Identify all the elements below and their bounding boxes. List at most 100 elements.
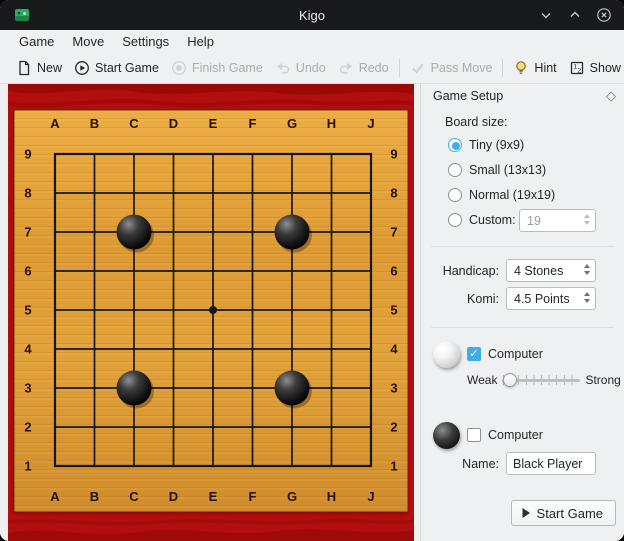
board-coordinate-label: F xyxy=(249,489,257,504)
menu-settings[interactable]: Settings xyxy=(113,31,178,52)
window-title: Kigo xyxy=(0,8,624,23)
toolbar-pass-move-button[interactable]: Pass Move xyxy=(404,56,499,80)
play-circle-icon xyxy=(74,60,90,76)
board-coordinate-label: 4 xyxy=(390,342,398,357)
toolbar-start-game-label: Start Game xyxy=(95,61,159,75)
radio-small-label: Small (13x13) xyxy=(469,163,546,177)
menu-help[interactable]: Help xyxy=(178,31,223,52)
menu-game[interactable]: Game xyxy=(10,31,63,52)
board-coordinate-label: 5 xyxy=(24,303,31,318)
board-coordinate-label: E xyxy=(209,489,218,504)
white-computer-checkbox[interactable]: ✓ xyxy=(467,347,481,361)
go-board[interactable]: AABBCCDDEEFFGGHHJJ998877665544332211 xyxy=(14,110,408,512)
minimize-button[interactable] xyxy=(538,7,554,23)
komi-spinbox[interactable]: 4.5 Points xyxy=(506,287,596,310)
board-coordinate-label: 4 xyxy=(24,342,32,357)
spinner-arrows-icon[interactable] xyxy=(584,264,590,275)
start-game-button[interactable]: Start Game xyxy=(511,500,616,526)
custom-size-value: 19 xyxy=(527,214,541,228)
black-stone xyxy=(117,371,152,406)
radio-circle xyxy=(448,163,462,177)
board-coordinate-label: 3 xyxy=(24,381,31,396)
board-coordinate-label: B xyxy=(90,116,99,131)
toolbar-separator xyxy=(399,59,400,77)
toolbar-new-button[interactable]: New xyxy=(10,56,68,80)
toolbar-hint-button[interactable]: Hint xyxy=(507,56,562,80)
board-coordinate-label: A xyxy=(50,489,60,504)
separator xyxy=(431,327,614,328)
panel-title: Game Setup xyxy=(433,89,503,103)
red-cloth-pattern-bottom xyxy=(8,515,414,541)
handicap-value: 4 Stones xyxy=(514,264,563,278)
board-coordinate-label: 1 xyxy=(24,459,31,474)
play-arrow-icon xyxy=(521,507,531,519)
white-strength-row: Weak Strong xyxy=(467,372,620,388)
board-coordinate-label: 7 xyxy=(24,225,31,240)
board-coordinate-label: 2 xyxy=(24,420,31,435)
black-player-name-input[interactable] xyxy=(506,452,596,475)
toolbar-undo-label: Undo xyxy=(296,61,326,75)
board-coordinate-label: 6 xyxy=(390,264,397,279)
toolbar-redo-button[interactable]: Redo xyxy=(332,56,395,80)
toolbar-show-move-numbers-button[interactable]: 1 2 Show Move Numbers xyxy=(563,56,624,80)
radio-normal-19x19[interactable]: Normal (19x19) xyxy=(448,186,555,204)
toolbar-redo-label: Redo xyxy=(359,61,389,75)
separator xyxy=(431,246,614,247)
radio-normal-label: Normal (19x19) xyxy=(469,188,555,202)
toolbar-finish-game-label: Finish Game xyxy=(192,61,263,75)
maximize-button[interactable] xyxy=(567,7,583,23)
komi-value: 4.5 Points xyxy=(514,292,570,306)
custom-size-spinbox[interactable]: 19 xyxy=(519,209,596,232)
black-computer-row[interactable]: ✓ Computer xyxy=(467,427,543,443)
white-stone-image xyxy=(433,341,460,368)
toolbar-separator xyxy=(502,59,503,77)
checkmark-icon xyxy=(410,60,426,76)
board-coordinate-label: 6 xyxy=(24,264,31,279)
board-coordinate-label: G xyxy=(287,116,297,131)
toolbar-finish-game-button[interactable]: Finish Game xyxy=(165,56,269,80)
board-coordinate-label: J xyxy=(367,116,374,131)
toolbar: New Start Game Finish Game xyxy=(0,53,624,84)
white-computer-row[interactable]: ✓ Computer xyxy=(467,346,543,362)
board-coordinate-label: 9 xyxy=(390,147,397,162)
board-coordinate-label: 5 xyxy=(390,303,397,318)
go-board-grid[interactable]: AABBCCDDEEFFGGHHJJ998877665544332211 xyxy=(14,110,408,512)
board-coordinate-label: 8 xyxy=(24,186,31,201)
black-computer-checkbox[interactable]: ✓ xyxy=(467,428,481,442)
toolbar-pass-move-label: Pass Move xyxy=(431,61,493,75)
black-computer-label: Computer xyxy=(488,428,543,442)
board-coordinate-label: F xyxy=(249,116,257,131)
radio-small-13x13[interactable]: Small (13x13) xyxy=(448,161,546,179)
board-coordinate-label: 2 xyxy=(390,420,397,435)
board-coordinate-label: D xyxy=(169,116,178,131)
titlebar: Kigo xyxy=(0,0,624,30)
radio-tiny-9x9[interactable]: Tiny (9x9) xyxy=(448,136,524,154)
toolbar-start-game-button[interactable]: Start Game xyxy=(68,56,165,80)
board-coordinate-label: H xyxy=(327,489,336,504)
start-game-label: Start Game xyxy=(537,506,603,521)
handicap-spinbox[interactable]: 4 Stones xyxy=(506,259,596,282)
weak-label: Weak xyxy=(467,373,497,387)
finish-circle-icon xyxy=(171,60,187,76)
strong-label: Strong xyxy=(585,373,620,387)
radio-custom-label: Custom: xyxy=(469,213,516,227)
spinner-arrows-icon[interactable] xyxy=(584,292,590,303)
board-coordinate-label: C xyxy=(129,116,139,131)
white-computer-label: Computer xyxy=(488,347,543,361)
menu-move[interactable]: Move xyxy=(63,31,113,52)
lightbulb-icon xyxy=(513,60,529,76)
close-button[interactable] xyxy=(596,7,612,23)
dock-float-icon[interactable]: ◇ xyxy=(606,87,616,105)
toolbar-new-label: New xyxy=(37,61,62,75)
spinner-arrows-icon[interactable] xyxy=(584,214,590,225)
strength-slider[interactable] xyxy=(502,372,580,388)
radio-tiny-label: Tiny (9x9) xyxy=(469,138,524,152)
menubar: Game Move Settings Help xyxy=(0,30,624,53)
board-coordinate-label: 9 xyxy=(24,147,31,162)
radio-custom[interactable]: Custom: xyxy=(448,211,516,229)
radio-circle xyxy=(448,188,462,202)
board-coordinate-label: J xyxy=(367,489,374,504)
toolbar-undo-button[interactable]: Undo xyxy=(269,56,332,80)
game-setup-panel: Game Setup ◇ Board size: Tiny (9x9) Smal… xyxy=(420,84,624,541)
board-background: AABBCCDDEEFFGGHHJJ998877665544332211 xyxy=(8,84,414,541)
